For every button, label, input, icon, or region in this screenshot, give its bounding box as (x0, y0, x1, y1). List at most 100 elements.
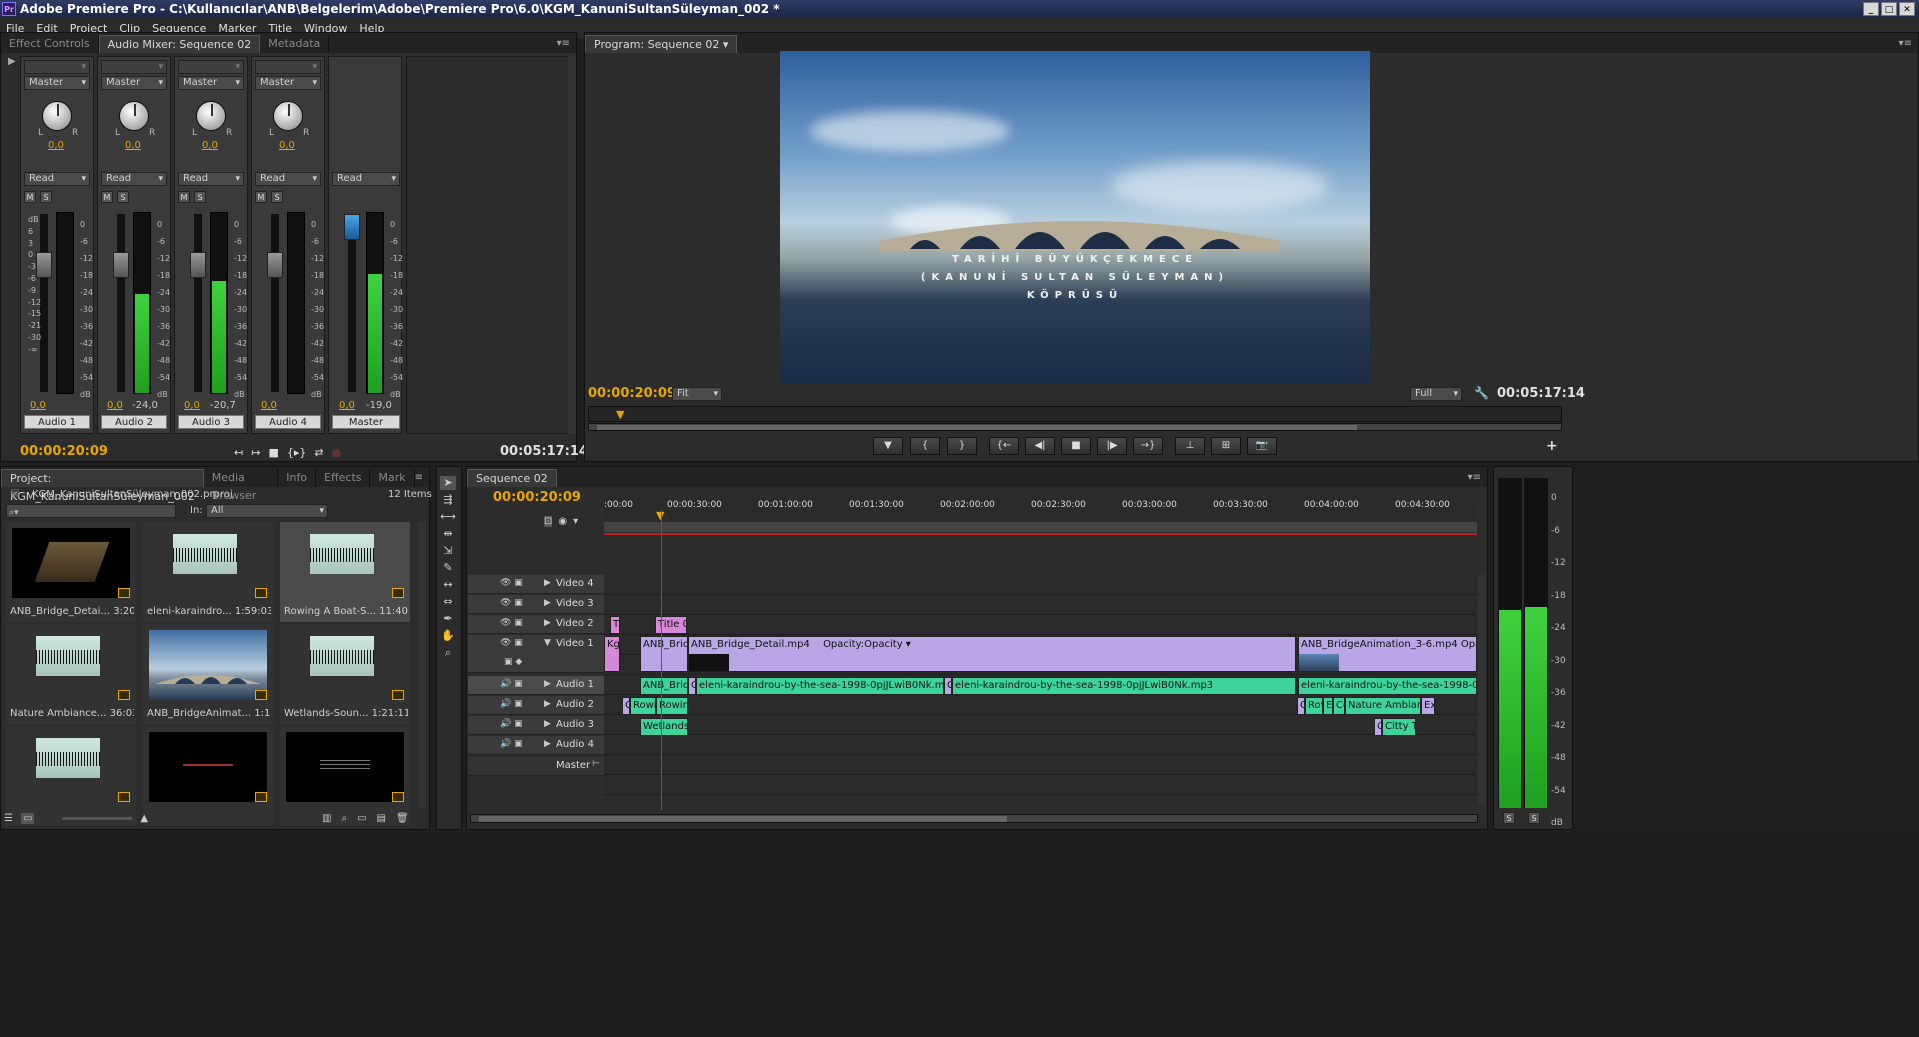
icon-view-icon[interactable]: ▭ (20, 813, 35, 824)
timeline-zoom-bar[interactable] (604, 522, 1477, 532)
clip-audio-c[interactable]: C (1374, 718, 1382, 736)
track-header-audio3[interactable]: 🔊 ▣ ▶ Audio 3 (468, 716, 604, 735)
automate-to-sequence-icon[interactable]: ▥ (322, 813, 331, 824)
speaker-icon[interactable]: 🔊 ▣ (500, 699, 523, 709)
mark-in-button[interactable]: { (910, 437, 940, 455)
solo-left-button[interactable]: S (1503, 812, 1515, 824)
timeline-current-timecode[interactable]: 00:00:20:09 (493, 490, 581, 505)
pan-knob-1[interactable] (42, 101, 72, 131)
clip-audio-nature-ambiance[interactable]: Nature Ambiance (1345, 697, 1421, 715)
eye-icon[interactable]: 👁 ▣ (500, 578, 523, 588)
solo-right-button[interactable]: S (1528, 812, 1540, 824)
slip-tool-icon[interactable]: ↔ (440, 578, 456, 592)
clip-anb-bridge-detail[interactable]: ANB_Bridge_Detail.mp4 Opacity:Opacity ▾ (688, 636, 1296, 672)
pan-knob-4[interactable] (273, 101, 303, 131)
automation-dropdown-2[interactable]: Read (101, 172, 167, 186)
clip-audio-rowing-3[interactable]: Rov (1305, 697, 1323, 715)
project-item[interactable]: Wetlands-Soun... 1:21:11070 (280, 624, 410, 724)
go-to-out-button[interactable]: →} (1133, 437, 1163, 455)
tab-media-browser[interactable]: Media Browser (204, 469, 279, 502)
project-item[interactable] (143, 726, 273, 826)
resolution-dropdown[interactable]: Full (1410, 387, 1462, 401)
automation-dropdown-master[interactable]: Read (332, 172, 400, 186)
keyframe-icon[interactable]: ▣ ◆ (504, 657, 522, 667)
clip-anb-bridge-animation[interactable]: ANB_BridgeAnimation_3-6.mp4 Opacity:O (1298, 636, 1477, 672)
project-panel-menu-icon[interactable]: ≡ (415, 469, 423, 487)
zoom-slider[interactable] (62, 817, 133, 820)
solo-button-3[interactable]: S (194, 191, 206, 203)
tab-metadata[interactable]: Metadata (260, 35, 330, 53)
routing-dropdown-2[interactable]: Master (101, 76, 167, 90)
pen-tool-icon[interactable]: ✒ (440, 612, 456, 626)
routing-dropdown-4[interactable]: Master (255, 76, 321, 90)
lift-button[interactable]: ⊥ (1175, 437, 1205, 455)
new-bin-icon[interactable]: ▭ (357, 813, 366, 824)
find-icon[interactable]: ⌕ (341, 813, 347, 824)
clip-audio-o[interactable]: O (688, 677, 696, 695)
opacity-keyframe-dropdown[interactable]: Opacity:O (1461, 639, 1476, 650)
expand-track-icon[interactable]: ▶ (544, 719, 551, 729)
program-video-frame[interactable]: TARİHİ BÜYÜKÇEKMECE (KANUNİ SULTAN SÜLEY… (780, 51, 1370, 383)
track-header-video2[interactable]: 👁 ▣ ▶ Video 2 (468, 615, 604, 634)
fader-handle-3[interactable] (190, 252, 206, 278)
maximize-button[interactable]: □ (1881, 2, 1897, 16)
export-frame-button[interactable]: 📷 (1247, 437, 1277, 455)
project-item[interactable]: Nature Ambiance... 36:03263 (6, 624, 136, 724)
mark-out-button[interactable]: } (947, 437, 977, 455)
clip-audio-eleni-3[interactable]: eleni-karaindrou-by-the-sea-1998-0pjJLwi… (1298, 677, 1477, 695)
volume-fader-4[interactable] (267, 214, 283, 392)
track-select-tool-icon[interactable]: ⇶ (440, 493, 456, 507)
tab-sequence[interactable]: Sequence 02 (467, 469, 557, 487)
clip-audio-eleni-1[interactable]: eleni-karaindrou-by-the-sea-1998-0pjJLwi… (696, 677, 944, 695)
step-back-button[interactable]: ◀| (1025, 437, 1055, 455)
track-header-video4[interactable]: 👁 ▣ ▶ Video 4 (468, 575, 604, 594)
tab-program-monitor[interactable]: Program: Sequence 02 ▾ (585, 35, 738, 53)
delete-icon[interactable]: 🗑 (396, 813, 409, 824)
play-in-to-out-icon[interactable]: {▸} (287, 446, 307, 459)
add-marker-button[interactable]: ▼ (873, 437, 903, 455)
clip-audio-city[interactable]: Citty Tr (1382, 718, 1416, 736)
clip-audio-c[interactable]: C (622, 697, 630, 715)
clip-audio-c[interactable]: C (944, 677, 952, 695)
track-header-audio4[interactable]: 🔊 ▣ ▶ Audio 4 (468, 736, 604, 755)
timeline-vertical-scrollbar[interactable] (1478, 575, 1486, 805)
volume-fader-1[interactable] (36, 214, 52, 392)
program-panel-menu-icon[interactable]: ▾≡ (1899, 35, 1912, 53)
volume-value-3[interactable]: 0,0 (184, 400, 200, 411)
clip-anb-bridge-a[interactable]: ANB_Bridg (640, 636, 688, 672)
zoom-tool-icon[interactable]: ⌕ (440, 646, 456, 660)
automation-dropdown-3[interactable]: Read (178, 172, 244, 186)
tab-effect-controls[interactable]: Effect Controls (1, 35, 99, 53)
automation-dropdown-4[interactable]: Read (255, 172, 321, 186)
input-dropdown-3[interactable] (178, 60, 244, 74)
stop-button[interactable]: ■ (1061, 437, 1091, 455)
step-forward-button[interactable]: |▶ (1097, 437, 1127, 455)
volume-value-2[interactable]: 0,0 (107, 400, 123, 411)
project-search-input[interactable]: ⌕▾ (6, 504, 176, 518)
fader-handle-4[interactable] (267, 252, 283, 278)
expand-track-icon[interactable]: ▶ (544, 618, 551, 628)
pan-value-2[interactable]: 0,0 (125, 140, 141, 151)
volume-fader-3[interactable] (190, 214, 206, 392)
zoom-scrollbar-thumb[interactable] (597, 425, 1357, 430)
timeline-scrollbar-thumb[interactable] (479, 816, 1007, 822)
eye-icon[interactable]: 👁 ▣ (500, 638, 523, 648)
rolling-edit-tool-icon[interactable]: ⇹ (440, 527, 456, 541)
set-encore-marker-icon[interactable]: ▾ (573, 516, 578, 527)
volume-value-1[interactable]: 0,0 (30, 400, 46, 411)
project-item[interactable] (280, 726, 410, 826)
volume-value-4[interactable]: 0,0 (261, 400, 277, 411)
project-item-selected[interactable]: Rowing A Boat-S... 11:40746 (280, 522, 410, 622)
program-zoom-scrollbar[interactable] (588, 423, 1562, 431)
mute-button-2[interactable]: M (101, 191, 113, 203)
collapse-track-icon[interactable]: ▼ (544, 638, 551, 648)
tab-markers[interactable]: Mark (370, 469, 415, 487)
go-to-out-icon[interactable]: ↦ (251, 446, 260, 459)
selection-tool-icon[interactable]: ➤ (440, 476, 456, 490)
speaker-icon[interactable]: 🔊 ▣ (500, 719, 523, 729)
opacity-keyframe-dropdown[interactable]: Opacity:Opacity ▾ (823, 639, 911, 650)
project-item[interactable] (6, 726, 136, 826)
clip-audio-cc[interactable]: Cc (1333, 697, 1345, 715)
master-toggle-icon[interactable]: ⊢ (592, 759, 600, 769)
slide-tool-icon[interactable]: ⇔ (440, 595, 456, 609)
